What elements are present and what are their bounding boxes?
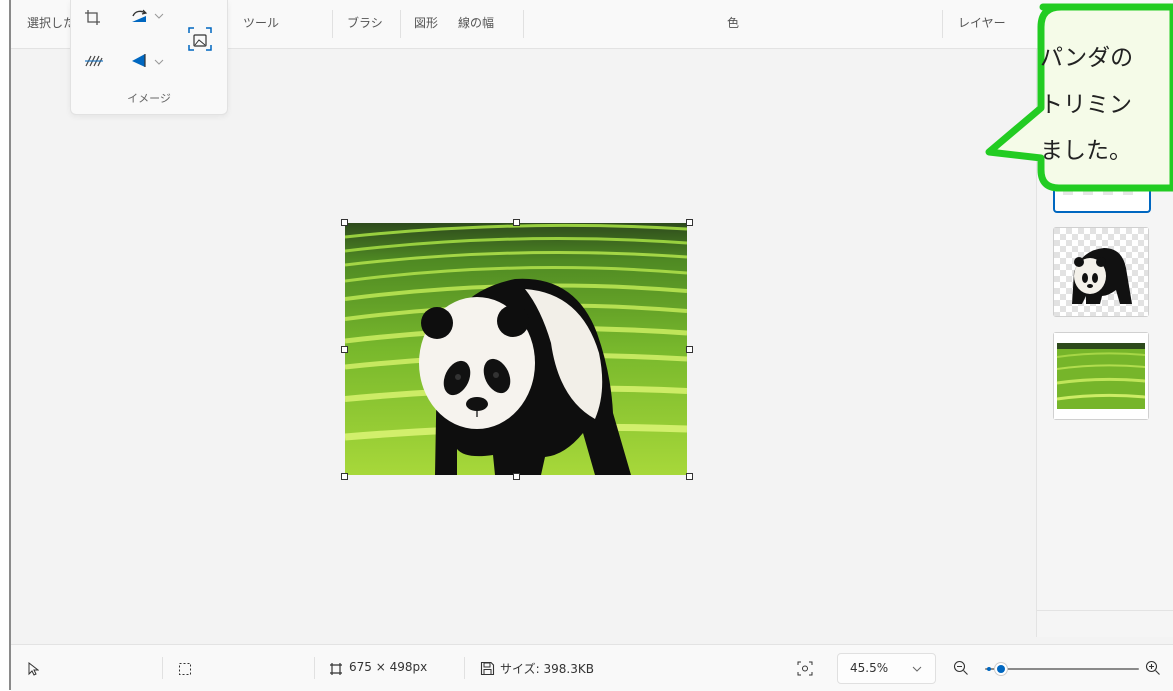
line-width-group-label[interactable]: 線の幅	[458, 14, 494, 31]
zoom-in-icon[interactable]	[1145, 660, 1161, 676]
zoom-out-icon[interactable]	[953, 660, 969, 676]
status-divider	[314, 657, 315, 679]
layer-thumbnail-background[interactable]	[1053, 332, 1149, 420]
selection-size-icon	[179, 663, 191, 675]
zoom-value: 45.5%	[850, 661, 889, 675]
fit-to-window-icon[interactable]	[797, 661, 813, 676]
chevron-down-icon[interactable]	[154, 12, 164, 20]
canvas-size-icon	[330, 663, 342, 675]
layers-footer-divider	[1037, 610, 1173, 611]
ribbon-divider	[400, 10, 401, 38]
tools-group-label[interactable]: ツール	[243, 14, 279, 31]
resize-handle[interactable]	[513, 219, 520, 226]
ribbon-divider	[523, 10, 524, 38]
shapes-group-label[interactable]: 図形	[414, 14, 438, 31]
resize-handle[interactable]	[686, 219, 693, 226]
resize-handle[interactable]	[341, 473, 348, 480]
rotate-icon[interactable]	[129, 8, 151, 26]
panda-layer-preview	[1054, 228, 1148, 316]
callout-line: トリミン	[1040, 92, 1132, 118]
resize-handle[interactable]	[341, 219, 348, 226]
resize-handle[interactable]	[341, 346, 348, 353]
canvas-size-text: 675 × 498px	[349, 660, 428, 674]
zoom-slider[interactable]	[985, 662, 1139, 676]
save-icon	[480, 661, 495, 676]
zoom-slider-track	[985, 668, 1139, 670]
ribbon-divider	[332, 10, 333, 38]
crop-icon[interactable]	[83, 8, 103, 28]
canvas-area[interactable]	[11, 49, 1036, 644]
ribbon-divider	[942, 10, 943, 38]
layer-thumbnail-panda[interactable]	[1053, 227, 1149, 317]
status-divider	[464, 657, 465, 679]
selection-group-label[interactable]: 選択した	[27, 14, 75, 31]
panda-photo	[345, 223, 687, 475]
status-bar: 675 × 498px サイズ: 398.3KB 45.5%	[11, 644, 1173, 691]
file-size-text: サイズ: 398.3KB	[500, 662, 594, 676]
zoom-slider-fill	[987, 667, 991, 671]
resize-handle[interactable]	[686, 346, 693, 353]
chevron-down-icon	[912, 666, 922, 672]
paint-window: 選択した ツール ブラシ 図形 線の幅 色 レイヤー イメージ 675 × 49…	[0, 0, 1173, 691]
zoom-slider-thumb[interactable]	[995, 663, 1007, 675]
panda-image[interactable]	[345, 223, 687, 475]
color-group-label[interactable]: 色	[727, 14, 739, 31]
callout-line: ました。	[1040, 138, 1132, 164]
resize-handle[interactable]	[686, 473, 693, 480]
tea-field-layer-preview	[1054, 333, 1148, 419]
zoom-dropdown[interactable]: 45.5%	[837, 653, 936, 684]
brush-group-label[interactable]: ブラシ	[347, 14, 383, 31]
resize-handle[interactable]	[513, 473, 520, 480]
status-divider	[162, 657, 163, 679]
pointer-icon	[28, 662, 39, 676]
callout-line: パンダの	[1040, 45, 1134, 71]
